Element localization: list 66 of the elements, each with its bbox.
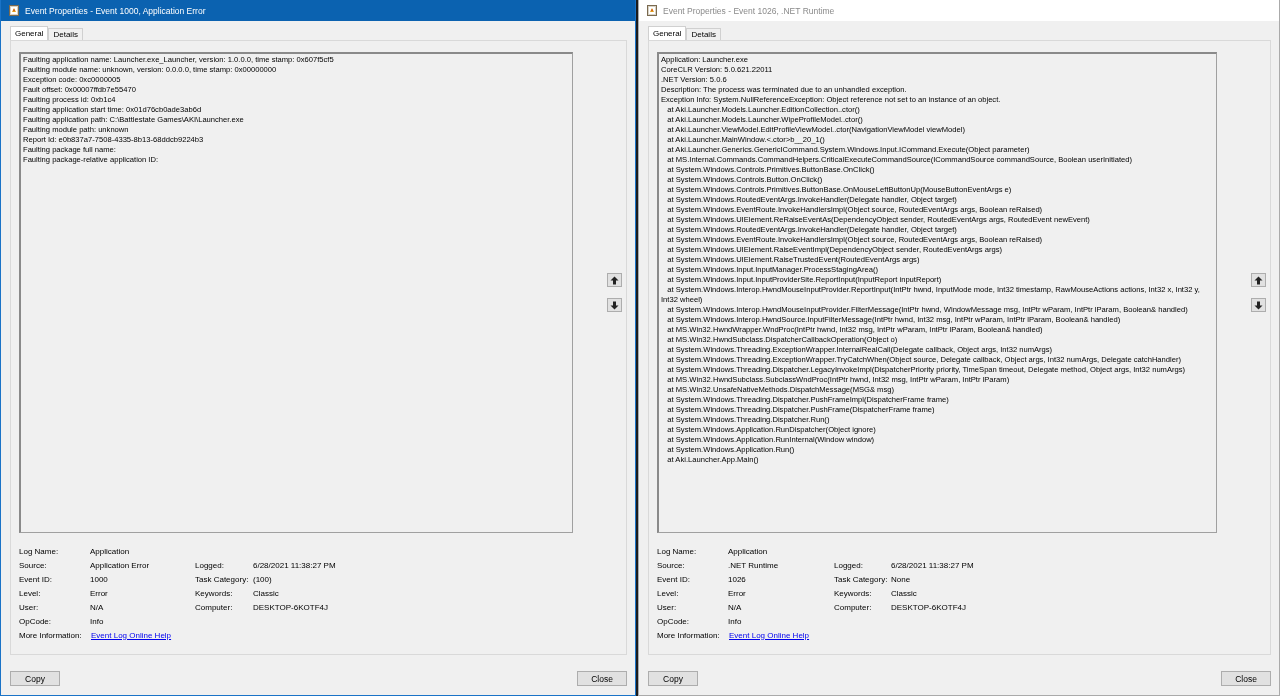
field-label: Level: [19,588,42,598]
description-box[interactable] [19,52,573,533]
field-value: N/A [90,602,105,612]
field-value: Error [728,588,747,598]
field-value: Application Error [90,560,151,570]
field-label: OpCode: [19,616,53,626]
field-value: DESKTOP-6KOTF4J [253,602,329,612]
field-label: Task Category: [834,574,889,584]
field-label: Computer: [195,602,234,612]
field-label: Task Category: [195,574,250,584]
down-arrow-button[interactable] [1251,298,1266,312]
up-arrow-button[interactable] [607,273,622,287]
field-value: Application [90,546,131,556]
field-label: OpCode: [657,616,691,626]
field-value: Error [90,588,109,598]
tab[interactable]: General [648,26,687,40]
down-arrow-icon [1254,300,1263,310]
field-value: Info [90,616,105,626]
field-label: User: [657,602,678,612]
help-link[interactable]: Event Log Online Help [729,630,834,640]
event-viewer-icon [9,5,19,16]
field-label: More Information: [657,630,721,640]
dialog-button[interactable]: Close [1221,671,1271,686]
tab[interactable]: Details [48,28,83,40]
field-label: Logged: [195,560,225,570]
up-arrow-icon [1254,275,1263,285]
field-label: Level: [657,588,680,598]
help-link[interactable]: Event Log Online Help [91,630,195,640]
field-label: Log Name: [657,546,698,556]
dialog-button[interactable]: Copy [10,671,60,686]
window-title: Event Properties - Event 1026, .NET Runtime [663,5,835,16]
field-label: Event ID: [657,574,691,584]
field-value: None [891,574,912,584]
window-title: Event Properties - Event 1000, Application Error [25,5,206,16]
field-value: .NET Runtime [728,560,780,570]
field-value: Classic [891,588,918,598]
field-label: Keywords: [834,588,873,598]
field-value: Info [728,616,743,626]
field-label: Logged: [834,560,864,570]
up-arrow-button[interactable] [1251,273,1266,287]
field-label: Source: [657,560,686,570]
tab[interactable]: Details [686,28,721,40]
field-label: Keywords: [195,588,234,598]
dialog-button[interactable]: Copy [648,671,698,686]
field-value: Classic [253,588,280,598]
field-value: 6/28/2021 11:38:27 PM [891,560,975,570]
field-value: DESKTOP-6KOTF4J [891,602,967,612]
field-label: Source: [19,560,48,570]
field-value: 1000 [90,574,109,584]
field-label: Event ID: [19,574,53,584]
down-arrow-button[interactable] [607,298,622,312]
field-label: User: [19,602,40,612]
field-value: 6/28/2021 11:38:27 PM [253,560,337,570]
tab[interactable]: General [10,26,49,40]
field-label: Log Name: [19,546,60,556]
description-box[interactable] [657,52,1217,533]
event-viewer-icon [647,5,657,16]
field-value: 1026 [728,574,747,584]
field-value: Application [728,546,769,556]
dialog-button[interactable]: Close [577,671,627,686]
field-label: Computer: [834,602,873,612]
up-arrow-icon [610,275,619,285]
field-label: More Information: [19,630,83,640]
down-arrow-icon [610,300,619,310]
field-value: (100) [253,574,273,584]
field-value: N/A [728,602,743,612]
